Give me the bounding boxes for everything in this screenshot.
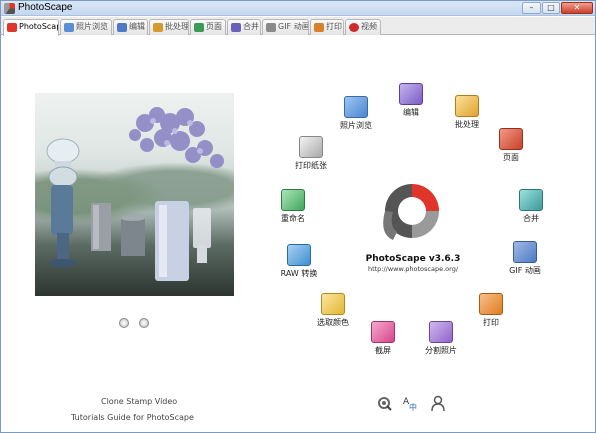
tab-label: 合并 [243,22,259,31]
tab-label: 批处理 [165,22,189,31]
gif-animation-icon [513,241,537,263]
photoscape-logo-icon [7,23,17,32]
settings-icon[interactable] [376,395,392,411]
sample-photo [35,93,234,296]
play-icon[interactable] [139,318,149,328]
menu-color-picker[interactable]: 选取颜色 [303,293,363,328]
tab-label: 照片浏览 [76,22,108,31]
splitter-icon [429,321,453,343]
menu-label: 重命名 [281,214,305,223]
tab-print[interactable]: 打印 [310,19,344,35]
tab-gif-animation[interactable]: GIF 动画 [262,19,309,35]
menu-page[interactable]: 页面 [481,128,541,163]
tab-label: 页面 [206,22,222,31]
tab-batch[interactable]: 批处理 [149,19,189,35]
menu-editor[interactable]: 编辑 [381,83,441,118]
menu-splitter[interactable]: 分割照片 [411,321,471,356]
tab-label: PhotoScape [19,22,58,31]
menu-label: 选取颜色 [317,318,349,327]
tab-photoscape[interactable]: PhotoScape [3,19,59,36]
photoscape-logo-icon [4,3,15,14]
menu-label: 照片浏览 [340,121,372,130]
batch-icon [153,23,163,32]
menu-label: RAW 转换 [280,269,318,278]
tab-help[interactable]: 视频 [345,19,381,35]
close-button[interactable]: ✕ [561,2,593,14]
menu-raw-converter[interactable]: RAW 转换 [269,244,329,279]
combine-icon [519,189,543,211]
editor-icon [117,23,127,32]
window-title: PhotoScape [18,2,73,13]
color-picker-icon [321,293,345,315]
tab-label: 视频 [361,22,377,31]
gif-animation-icon [266,23,276,32]
app-version: PhotoScape v3.6.3 [365,254,461,264]
menu-label: GIF 动画 [509,266,541,275]
tab-label: 打印 [326,22,342,31]
tab-editor[interactable]: 编辑 [113,19,148,35]
language-icon[interactable]: A 中 [403,395,419,411]
menu-batch[interactable]: 批处理 [437,95,497,130]
tab-photo-browser[interactable]: 照片浏览 [60,19,112,35]
tab-combine[interactable]: 合并 [227,19,261,35]
combine-icon [231,23,241,32]
print-icon [314,23,324,32]
photo-browser-icon [64,23,74,32]
rename-icon [281,189,305,211]
tab-page[interactable]: 页面 [190,19,226,35]
maximize-button[interactable]: □ [542,2,560,14]
page-icon [194,23,204,32]
minimize-button[interactable]: – [522,2,541,14]
menu-paper-print[interactable]: 打印纸张 [281,136,341,171]
previous-icon[interactable] [119,318,129,328]
app-url[interactable]: http://www.photoscape.org/ [353,265,473,273]
menu-photo-browser[interactable]: 照片浏览 [326,96,386,131]
tab-label: GIF 动画 [278,22,309,31]
photo-browser-icon [344,96,368,118]
batch-icon [455,95,479,117]
menu-label: 分割照片 [425,346,457,355]
tutorial-link[interactable]: Tutorials Guide for PhotoScape [71,413,194,422]
print-icon [479,293,503,315]
menu-label: 合并 [523,214,539,223]
photoscape-logo-icon [383,184,439,240]
menu-label: 截屏 [375,346,391,355]
menu-label: 打印纸张 [295,161,327,170]
svg-text:中: 中 [409,402,417,411]
title-bar: PhotoScape – □ ✕ [1,1,595,16]
menu-combine[interactable]: 合并 [501,189,561,224]
photoscape-window: PhotoScape – □ ✕ PhotoScape 照片浏览 编辑 批处理 … [0,0,596,433]
tab-label: 编辑 [129,22,145,31]
menu-label: 页面 [503,153,519,162]
help-icon [349,23,359,32]
tab-bar: PhotoScape 照片浏览 编辑 批处理 页面 合并 GIF 动画 打印 [1,17,595,36]
video-link[interactable]: Clone Stamp Video [101,397,177,406]
editor-icon [399,83,423,105]
menu-gif-animation[interactable]: GIF 动画 [495,241,555,276]
raw-converter-icon [287,244,311,266]
help-person-icon[interactable] [430,395,446,411]
menu-label: 编辑 [403,108,419,117]
paper-print-icon [299,136,323,158]
menu-rename[interactable]: 重命名 [263,189,323,224]
screen-capture-icon [371,321,395,343]
page-icon [499,128,523,150]
